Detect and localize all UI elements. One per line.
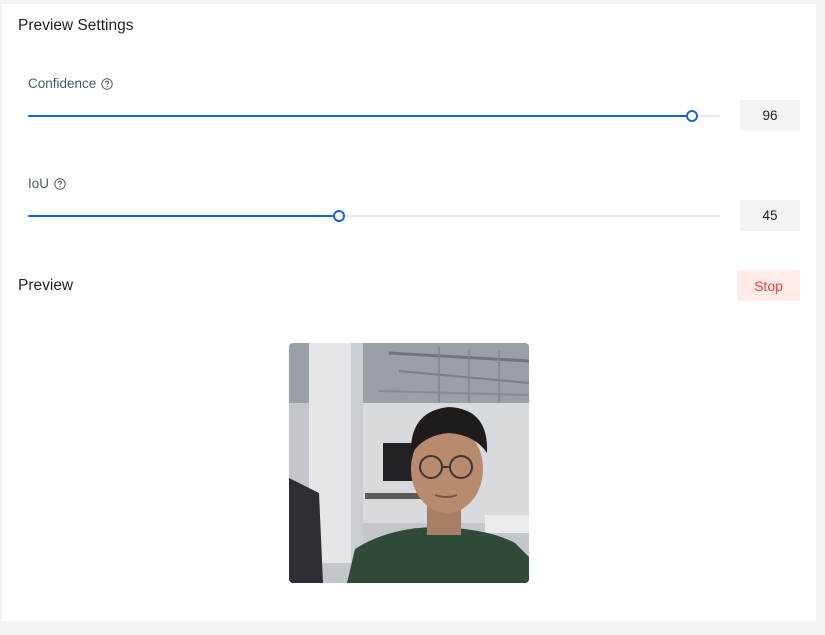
question-circle-icon[interactable] [101, 77, 114, 90]
preview-title: Preview [18, 277, 74, 294]
preview-settings-card: Preview Settings Confidence 96 IoU 45 Pr… [2, 4, 816, 621]
iou-slider-thumb[interactable] [333, 210, 346, 222]
confidence-label-row: Confidence [28, 76, 114, 91]
camera-feed-illustration [289, 343, 529, 583]
preview-settings-title: Preview Settings [18, 17, 134, 34]
iou-value-input[interactable]: 45 [740, 200, 800, 231]
confidence-label: Confidence [28, 76, 97, 91]
confidence-value-input[interactable]: 96 [740, 100, 800, 131]
iou-slider-fill [28, 215, 340, 217]
camera-feed-image [289, 343, 529, 583]
confidence-slider-fill [28, 115, 693, 117]
confidence-slider[interactable] [28, 109, 720, 123]
question-circle-icon[interactable] [54, 177, 66, 190]
iou-slider[interactable] [28, 209, 720, 223]
stop-button[interactable]: Stop [737, 270, 800, 301]
iou-label: IoU [28, 176, 50, 191]
iou-label-row: IoU [28, 176, 66, 191]
confidence-slider-thumb[interactable] [686, 110, 699, 122]
